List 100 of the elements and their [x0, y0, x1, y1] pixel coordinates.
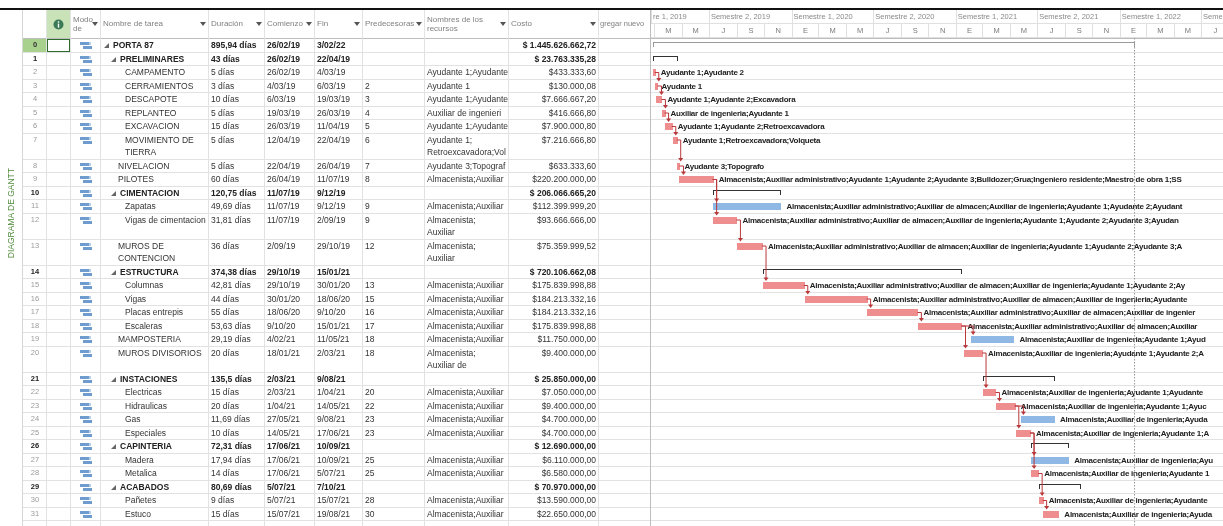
- table-cell-text: 19/08/21: [317, 507, 352, 520]
- critical-task-bar[interactable]: [713, 216, 738, 224]
- critical-task-bar[interactable]: [673, 136, 678, 144]
- critical-task-bar[interactable]: [762, 282, 805, 289]
- task-name[interactable]: NIVELACION: [118, 159, 170, 172]
- collapse-arrow-icon[interactable]: [110, 375, 117, 383]
- table-cell-text: Almacenista;Auxiliar: [427, 319, 505, 332]
- resource-label: Almacenista;Auxiliar de ingenieria;Ayuda: [1059, 414, 1208, 425]
- task-name[interactable]: CERRAMIENTOS: [125, 79, 194, 92]
- task-name[interactable]: MAMPOSTERIA: [118, 333, 181, 346]
- critical-task-bar[interactable]: [982, 389, 997, 396]
- table-cell-text: 26/02/19: [267, 52, 302, 65]
- task-bar[interactable]: [1030, 456, 1070, 464]
- task-name[interactable]: Gas: [125, 413, 141, 426]
- task-name[interactable]: CIMENTACION: [120, 186, 180, 199]
- table-cell-text: 15/07/21: [317, 494, 352, 507]
- table-cell-text: 60 días: [211, 173, 240, 186]
- resource-label: Almacenista;Auxiliar administrativo;Auxiliar de almacen;Auxiliar de ingenieria;Ayudante: [872, 293, 1188, 305]
- collapse-arrow-icon[interactable]: [103, 42, 110, 49]
- critical-task-bar[interactable]: [1015, 429, 1032, 437]
- task-name[interactable]: PORTA 87: [113, 39, 154, 52]
- table-cell-text: 23: [365, 426, 376, 439]
- critical-task-bar[interactable]: [737, 242, 763, 250]
- task-bar-icon: [79, 469, 93, 478]
- collapse-arrow-icon[interactable]: [110, 443, 117, 450]
- critical-task-bar[interactable]: [655, 82, 659, 90]
- dropdown-caret-icon[interactable]: [200, 22, 206, 26]
- critical-task-bar[interactable]: [652, 69, 656, 76]
- task-name[interactable]: Vigas de cimentacion: [125, 213, 206, 226]
- table-cell-text: 29/10/19: [267, 279, 302, 292]
- critical-task-bar[interactable]: [656, 96, 663, 103]
- critical-task-bar[interactable]: [677, 162, 681, 170]
- dropdown-caret-icon[interactable]: [256, 22, 262, 26]
- task-name[interactable]: MUROS DIVISORIOS: [118, 346, 202, 359]
- table-cell-text: Almacenista;Auxiliar: [427, 413, 505, 426]
- collapse-arrow-icon[interactable]: [110, 55, 117, 63]
- task-name[interactable]: PILOTES: [118, 173, 154, 186]
- column-header[interactable]: Comienzo: [267, 19, 303, 29]
- task-name[interactable]: Placas entrepis: [125, 306, 184, 319]
- task-name[interactable]: Columnas: [125, 279, 164, 292]
- task-name[interactable]: Escaleras: [125, 319, 163, 332]
- task-name[interactable]: Electricas: [125, 386, 162, 399]
- task-name[interactable]: REPLANTEO: [125, 106, 177, 119]
- task-name[interactable]: Estuco: [125, 507, 151, 520]
- collapse-arrow-icon[interactable]: [110, 268, 117, 276]
- critical-task-bar[interactable]: [1043, 510, 1060, 518]
- table-cell-text: Almacenista; Auxiliar de: [427, 346, 477, 372]
- collapse-arrow-icon[interactable]: [110, 189, 117, 197]
- critical-task-bar[interactable]: [963, 349, 984, 357]
- task-name[interactable]: Hidraulicas: [125, 399, 168, 412]
- indicator-column-header[interactable]: [47, 10, 71, 38]
- table-cell-text: 1/04/21: [317, 386, 347, 399]
- dropdown-caret-icon[interactable]: [306, 22, 312, 26]
- task-name[interactable]: PRELIMINARES: [120, 52, 185, 65]
- task-bar-icon: [79, 401, 93, 411]
- table-cell-text: 5/07/21: [267, 494, 297, 507]
- selected-cell[interactable]: [47, 39, 70, 52]
- critical-task-bar[interactable]: [662, 109, 666, 117]
- dropdown-caret-icon[interactable]: [500, 22, 506, 26]
- task-name[interactable]: EXCAVACION: [125, 120, 180, 133]
- task-name[interactable]: CAPINTERIA: [120, 440, 172, 453]
- table-cell-text: 26/02/19: [267, 39, 302, 52]
- table-cell-text: 5 días: [211, 133, 236, 146]
- column-header[interactable]: Fin: [317, 19, 329, 29]
- task-name[interactable]: Madera: [125, 453, 154, 466]
- table-cell-text: 2/03/21: [317, 346, 347, 359]
- column-header[interactable]: Nombre de tarea: [103, 19, 164, 29]
- table-cell-text: $7.050.000,00: [540, 386, 596, 399]
- column-header[interactable]: Nombres de los recursos: [427, 15, 498, 33]
- task-name[interactable]: INSTACIONES: [120, 372, 178, 385]
- critical-task-bar[interactable]: [918, 322, 963, 330]
- table-cell-text: 29/10/19: [317, 239, 352, 252]
- task-name[interactable]: ACABADOS: [120, 480, 170, 493]
- task-name[interactable]: Zapatas: [125, 200, 156, 213]
- task-name[interactable]: Pañetes: [125, 494, 157, 507]
- dependency-arrow: [866, 298, 874, 308]
- table-cell: Ayudante 1;Ayudante: [427, 66, 507, 79]
- task-name[interactable]: Vigas: [125, 292, 147, 305]
- dropdown-caret-icon[interactable]: [92, 22, 98, 26]
- column-header[interactable]: Duración: [211, 19, 243, 29]
- task-name[interactable]: DESCAPOTE: [125, 93, 178, 106]
- task-name[interactable]: MOVIMIENTO DE TIERRA: [125, 133, 207, 159]
- task-bar-icon: [79, 348, 93, 358]
- dropdown-caret-icon[interactable]: [354, 22, 360, 26]
- column-header[interactable]: Predecesoras: [365, 19, 414, 29]
- critical-task-bar[interactable]: [804, 295, 868, 303]
- critical-task-bar[interactable]: [996, 402, 1016, 410]
- critical-task-bar[interactable]: [1038, 497, 1044, 504]
- task-bar[interactable]: [971, 336, 1015, 343]
- task-name[interactable]: Metalica: [125, 467, 157, 480]
- task-name[interactable]: Especiales: [125, 426, 167, 439]
- critical-task-bar[interactable]: [1030, 470, 1040, 477]
- task-name[interactable]: CAMPAMENTO: [125, 66, 186, 79]
- collapse-arrow-icon[interactable]: [110, 483, 117, 491]
- table-cell-text: $6.110.000,00: [541, 453, 596, 466]
- task-name[interactable]: MUROS DE CONTENCION: [118, 239, 207, 265]
- dropdown-caret-icon[interactable]: [590, 22, 596, 26]
- column-header[interactable]: Costo: [511, 19, 532, 29]
- task-name[interactable]: ESTRUCTURA: [120, 265, 179, 278]
- dropdown-caret-icon[interactable]: [416, 22, 422, 26]
